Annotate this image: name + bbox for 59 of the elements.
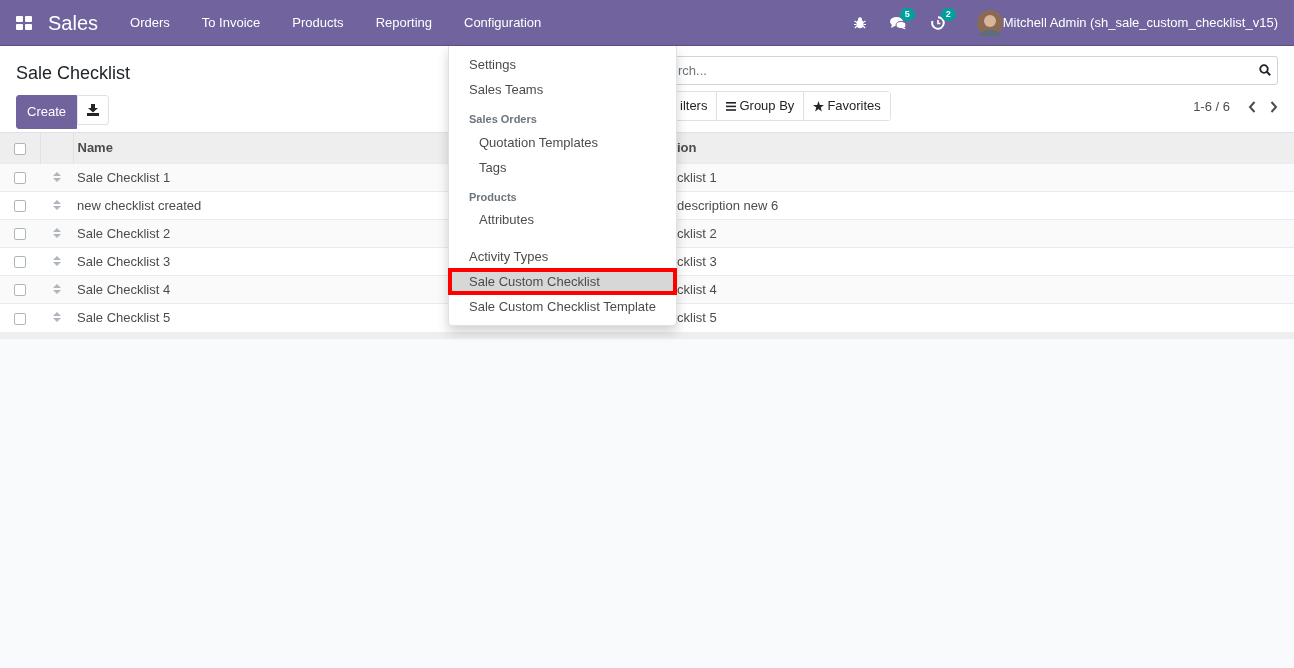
table-cell: cklist 2 (677, 225, 717, 241)
section-header: Products (468, 189, 518, 205)
menu-option[interactable]: Activity Types (449, 244, 676, 269)
previous-icon[interactable] (1248, 100, 1256, 113)
section-header: Sales Orders (468, 112, 538, 127)
menu-item[interactable]: To Invoice (185, 12, 277, 33)
create-button[interactable]: Create (16, 95, 78, 129)
menu-option[interactable]: Sale Custom Checklist Template (449, 294, 676, 319)
column-header[interactable]: ion (677, 140, 697, 156)
download-button[interactable] (77, 95, 110, 125)
search-icon[interactable] (1259, 64, 1271, 76)
menu-option[interactable]: Attributes (449, 207, 676, 232)
chat-icon[interactable] (889, 15, 907, 30)
row-checkbox[interactable] (14, 284, 26, 297)
table-cell: Sale Checklist 5 (77, 310, 171, 325)
download-icon (87, 104, 100, 116)
page-title: Sale Checklist (16, 62, 131, 85)
app-title[interactable]: Sales (48, 7, 99, 38)
drag-handle-icon[interactable] (52, 227, 61, 238)
drag-handle-icon[interactable] (52, 312, 61, 322)
count-badge: 2 (940, 7, 956, 21)
table-cell: cklist 1 (677, 169, 717, 185)
apps-menu-icon[interactable] (16, 15, 32, 30)
row-checkbox[interactable] (14, 228, 26, 241)
count-badge: 5 (899, 7, 915, 21)
star-icon (813, 100, 825, 112)
menu-option[interactable]: Tags (449, 154, 676, 180)
drag-handle-icon[interactable] (52, 171, 61, 182)
select-all-checkbox[interactable] (13, 142, 26, 155)
row-checkbox[interactable] (14, 312, 26, 325)
row-checkbox[interactable] (14, 256, 26, 269)
menu-item[interactable]: Reporting (359, 12, 448, 33)
drag-handle-icon[interactable] (52, 199, 61, 210)
drag-handle-icon[interactable] (52, 283, 61, 294)
table-cell: cklist 4 (677, 281, 717, 297)
row-checkbox[interactable] (14, 172, 26, 185)
menu-item[interactable]: Products (276, 12, 360, 33)
table-cell: new checklist created (77, 197, 202, 213)
column-header[interactable]: Name (77, 140, 113, 156)
table-cell: cklist 3 (677, 253, 717, 269)
drag-handle-icon[interactable] (52, 255, 61, 266)
menu-item[interactable]: Configuration (448, 12, 558, 33)
bug-icon[interactable] (853, 16, 866, 29)
menu-option[interactable]: Quotation Templates (449, 129, 676, 155)
next-icon[interactable] (1270, 100, 1278, 113)
table-cell: Sale Checklist 2 (77, 225, 171, 241)
list-icon (726, 101, 737, 111)
user-name[interactable]: Mitchell Admin (sh_sale_custom_checklist_v15) (1002, 12, 1278, 33)
clock-icon[interactable] (930, 15, 945, 30)
pager-value: 1-6 / 6 (1193, 98, 1230, 116)
menu-item[interactable]: Orders (114, 12, 186, 33)
avatar-icon[interactable] (976, 9, 1003, 36)
menu-option[interactable]: Sale Custom Checklist (449, 269, 676, 294)
table-cell: Sale Checklist 1 (77, 169, 171, 185)
table-cell: Sale Checklist 3 (77, 253, 171, 269)
row-checkbox[interactable] (14, 200, 26, 213)
table-cell: Sale Checklist 4 (77, 281, 171, 297)
table-cell: cklist 5 (677, 310, 717, 325)
table-cell: description new 6 (677, 197, 779, 213)
